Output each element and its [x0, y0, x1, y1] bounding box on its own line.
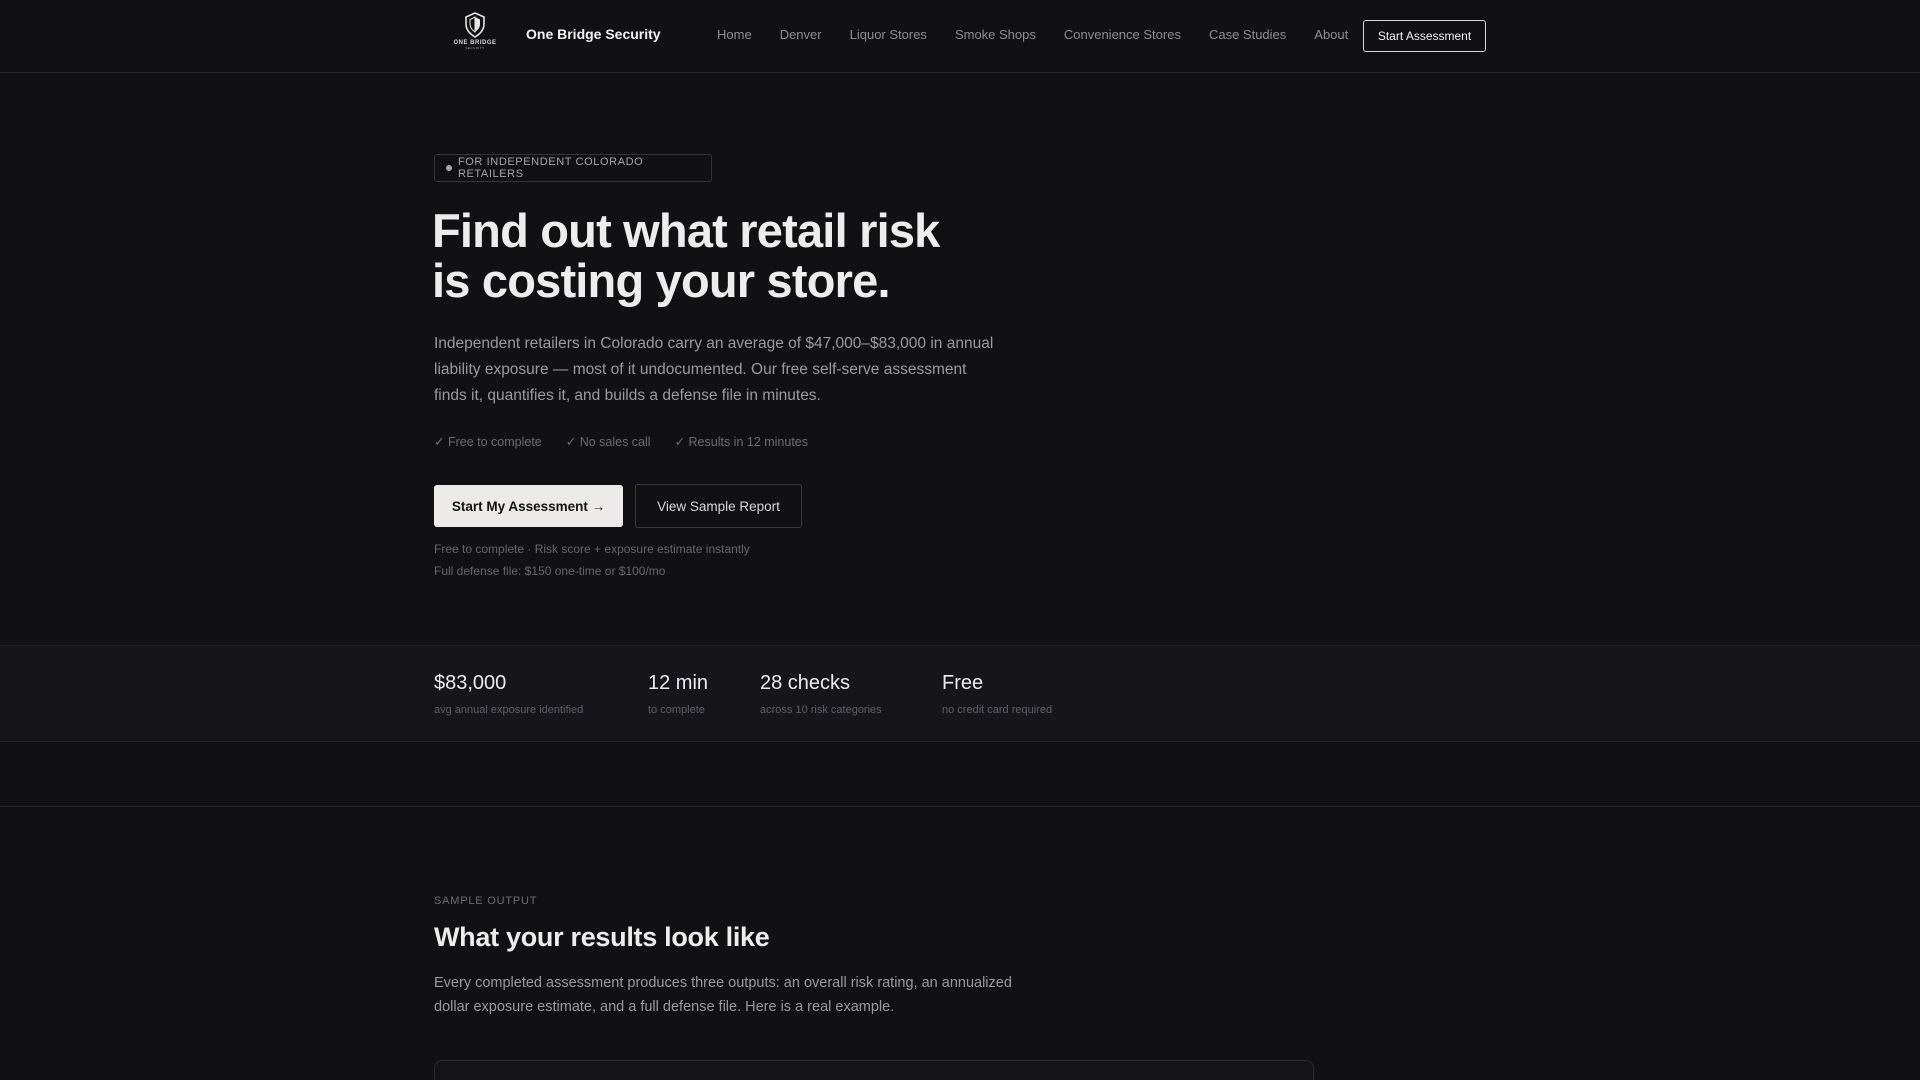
- stats-band: $83,000 avg annual exposure identified 1…: [0, 645, 1920, 742]
- stat-label: avg annual exposure identified: [434, 704, 584, 716]
- stat-value: $83,000: [434, 672, 507, 694]
- nav-link-convenience-stores[interactable]: Convenience Stores: [1064, 27, 1181, 42]
- section-title: What your results look like: [434, 922, 770, 952]
- brand-logo[interactable]: ONE BRIDGE SECURITY: [452, 12, 498, 58]
- start-my-assessment-button[interactable]: Start My Assessment →: [434, 485, 623, 527]
- view-sample-report-button[interactable]: View Sample Report: [635, 484, 802, 528]
- stat-duration: 12 min to complete: [648, 672, 708, 716]
- stat-price: Free no credit card required: [942, 672, 1052, 716]
- nav-link-about[interactable]: About: [1314, 27, 1348, 42]
- check-results-time: ✓ Results in 12 minutes: [674, 435, 809, 449]
- main-menu: Home Denver Liquor Stores Smoke Shops Co…: [717, 27, 1348, 42]
- nav-link-denver[interactable]: Denver: [780, 27, 822, 42]
- nav-link-case-studies[interactable]: Case Studies: [1209, 27, 1286, 42]
- section-eyebrow: SAMPLE OUTPUT: [434, 895, 538, 907]
- logo-subtext: SECURITY: [465, 46, 485, 50]
- stat-value: 12 min: [648, 672, 709, 694]
- stat-value: Free: [942, 672, 984, 694]
- dot-icon: [446, 165, 452, 171]
- sample-report-card: [434, 1060, 1314, 1080]
- check-free: ✓ Free to complete: [434, 435, 542, 449]
- check-no-sales-call: ✓ No sales call: [565, 435, 651, 449]
- stat-label: across 10 risk categories: [760, 704, 882, 716]
- benefit-checks: ✓ Free to complete ✓ No sales call ✓ Res…: [434, 434, 808, 449]
- nav-link-liquor-stores[interactable]: Liquor Stores: [850, 27, 927, 42]
- section-description: Every completed assessment produces thre…: [434, 975, 1012, 1015]
- hero-description: Independent retailers in Colorado carry …: [434, 335, 994, 404]
- start-assessment-button[interactable]: Start Assessment: [1363, 20, 1486, 52]
- hero-title-line-2: is costing your store.: [432, 254, 891, 307]
- stat-value: 28 checks: [760, 672, 851, 694]
- section-divider: [0, 806, 1920, 807]
- pricing-note-free: Free to complete · Risk score + exposure…: [434, 542, 750, 556]
- badge-label: FOR INDEPENDENT COLORADO RETAILERS: [457, 156, 644, 180]
- nav-link-smoke-shops[interactable]: Smoke Shops: [955, 27, 1036, 42]
- nav-link-home[interactable]: Home: [717, 27, 752, 42]
- brand-name[interactable]: One Bridge Security: [526, 26, 661, 42]
- stat-exposure: $83,000 avg annual exposure identified: [434, 672, 583, 716]
- stat-label: to complete: [648, 704, 705, 716]
- shield-icon: [465, 12, 485, 38]
- pricing-note-defense-file: Full defense file: $150 one-time or $100…: [434, 564, 666, 578]
- audience-badge: FOR INDEPENDENT COLORADO RETAILERS: [434, 154, 712, 182]
- hero-title-line-1: Find out what retail risk: [432, 204, 940, 257]
- top-nav: ONE BRIDGE SECURITY One Bridge Security …: [0, 0, 1920, 73]
- stat-label: no credit card required: [942, 704, 1053, 716]
- hero-title: Find out what retail risk is costing you…: [432, 206, 992, 306]
- stat-checks: 28 checks across 10 risk categories: [760, 672, 882, 716]
